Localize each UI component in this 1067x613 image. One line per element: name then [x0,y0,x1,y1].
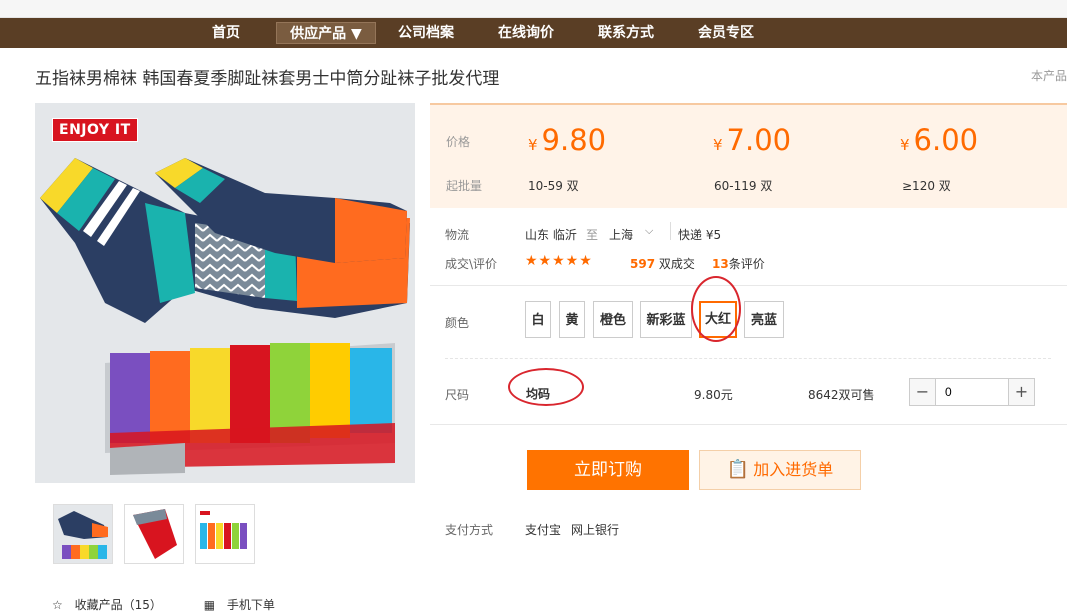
product-main-image: ENJOY IT [35,103,415,483]
dashed-divider [445,358,1051,359]
product-title: 五指袜男棉袜 韩国春夏季脚趾袜套男士中筒分趾袜子批发代理 [35,69,500,89]
socks-illustration [35,103,415,483]
color-option-bright-blue[interactable]: 亮蓝 [744,301,784,338]
color-label: 颜色 [445,316,470,330]
ship-to-select[interactable]: 上海 [609,226,633,243]
top-strip [0,0,1067,18]
size-price: 9.80元 [694,388,733,402]
color-option-yellow[interactable]: 黄 [559,301,585,338]
price-box: 价格 起批量 ¥9.80 10-59 双 ¥7.00 60-119 双 ¥6.0… [430,103,1067,208]
nav-members[interactable]: 会员专区 [690,18,762,48]
star-outline-icon: ☆ [52,598,63,612]
thumbnail-2-image [125,505,183,563]
express-fee: 快递 ¥5 [678,228,722,242]
deals-label: 成交\评价 [445,257,498,271]
deal-count: 597 双成交 [630,255,695,272]
qty-tier-1: 10-59 双 [528,179,579,193]
clipboard-icon: 📋 [726,459,750,480]
footer-links: ☆ 收藏产品（15） ▦ 手机下单 [52,596,283,613]
price-value: 9.80 [541,123,607,157]
color-option-white[interactable]: 白 [525,301,551,338]
currency-symbol: ¥ [713,136,723,154]
buy-now-button[interactable]: 立即订购 [527,450,689,490]
review-count[interactable]: 13条评价 [712,255,765,272]
deal-count-suffix: 双成交 [658,257,695,271]
price-label: 价格 [446,135,471,149]
payment-alipay: 支付宝 [525,523,562,537]
thumbnail-2[interactable] [124,504,184,564]
stock-available: 8642双可售 [808,388,875,402]
favorite-product-link[interactable]: 收藏产品（15） [75,598,162,612]
size-label: 尺码 [445,388,470,402]
enjoy-it-badge: ENJOY IT [52,118,138,142]
thumbnail-3[interactable] [195,504,255,564]
price-tier-1: ¥9.80 [528,123,606,157]
mobile-order-link[interactable]: 手机下单 [227,598,275,612]
currency-symbol: ¥ [900,136,910,154]
nav-company-profile[interactable]: 公司档案 [390,18,462,48]
color-option-orange[interactable]: 橙色 [593,301,633,338]
review-count-number: 13 [712,257,729,271]
quantity-stepper: − + [909,378,1035,406]
quantity-input[interactable] [937,379,1007,405]
section-divider [430,285,1067,286]
ship-from: 山东 临沂 [525,228,577,242]
add-to-cart-label: 加入进货单 [753,460,834,479]
minus-button[interactable]: − [910,379,936,405]
min-order-label: 起批量 [446,179,483,193]
section-divider [430,424,1067,425]
payment-label: 支付方式 [445,523,494,537]
divider [670,222,671,240]
nav-products[interactable]: 供应产品 ▼ [276,22,376,44]
deal-count-number: 597 [630,257,656,271]
thumbnail-3-image [196,505,254,563]
price-tier-3: ¥6.00 [900,123,978,157]
thumbnail-1-image [54,505,112,563]
chevron-down-icon[interactable]: ⌵ [645,224,653,238]
to-word: 至 [586,228,599,242]
thumbnail-1[interactable] [53,504,113,564]
plus-button[interactable]: + [1008,379,1034,405]
highlight-circle-size [508,368,584,406]
review-count-suffix: 条评价 [728,257,765,271]
this-product-link[interactable]: 本产品 [1031,67,1067,84]
nav-home[interactable]: 首页 [196,18,256,48]
logistics-label: 物流 [445,228,470,242]
nav-contact[interactable]: 联系方式 [590,18,662,48]
price-tier-2: ¥7.00 [713,123,791,157]
qty-tier-3: ≥120 双 [902,179,951,193]
nav-inquiry[interactable]: 在线询价 [490,18,562,48]
rating-stars: ★★★★★ [525,253,593,269]
highlight-circle-color [691,276,741,342]
main-nav: 首页 供应产品 ▼ 公司档案 在线询价 联系方式 会员专区 [0,18,1067,48]
payment-online-bank: 网上银行 [571,523,620,537]
add-to-cart-button[interactable]: 📋 加入进货单 [699,450,861,490]
qty-tier-2: 60-119 双 [714,179,773,193]
color-option-new-blue[interactable]: 新彩蓝 [640,301,692,338]
price-value: 7.00 [726,123,792,157]
qr-code-icon: ▦ [203,598,216,612]
currency-symbol: ¥ [528,136,538,154]
price-value: 6.00 [913,123,979,157]
